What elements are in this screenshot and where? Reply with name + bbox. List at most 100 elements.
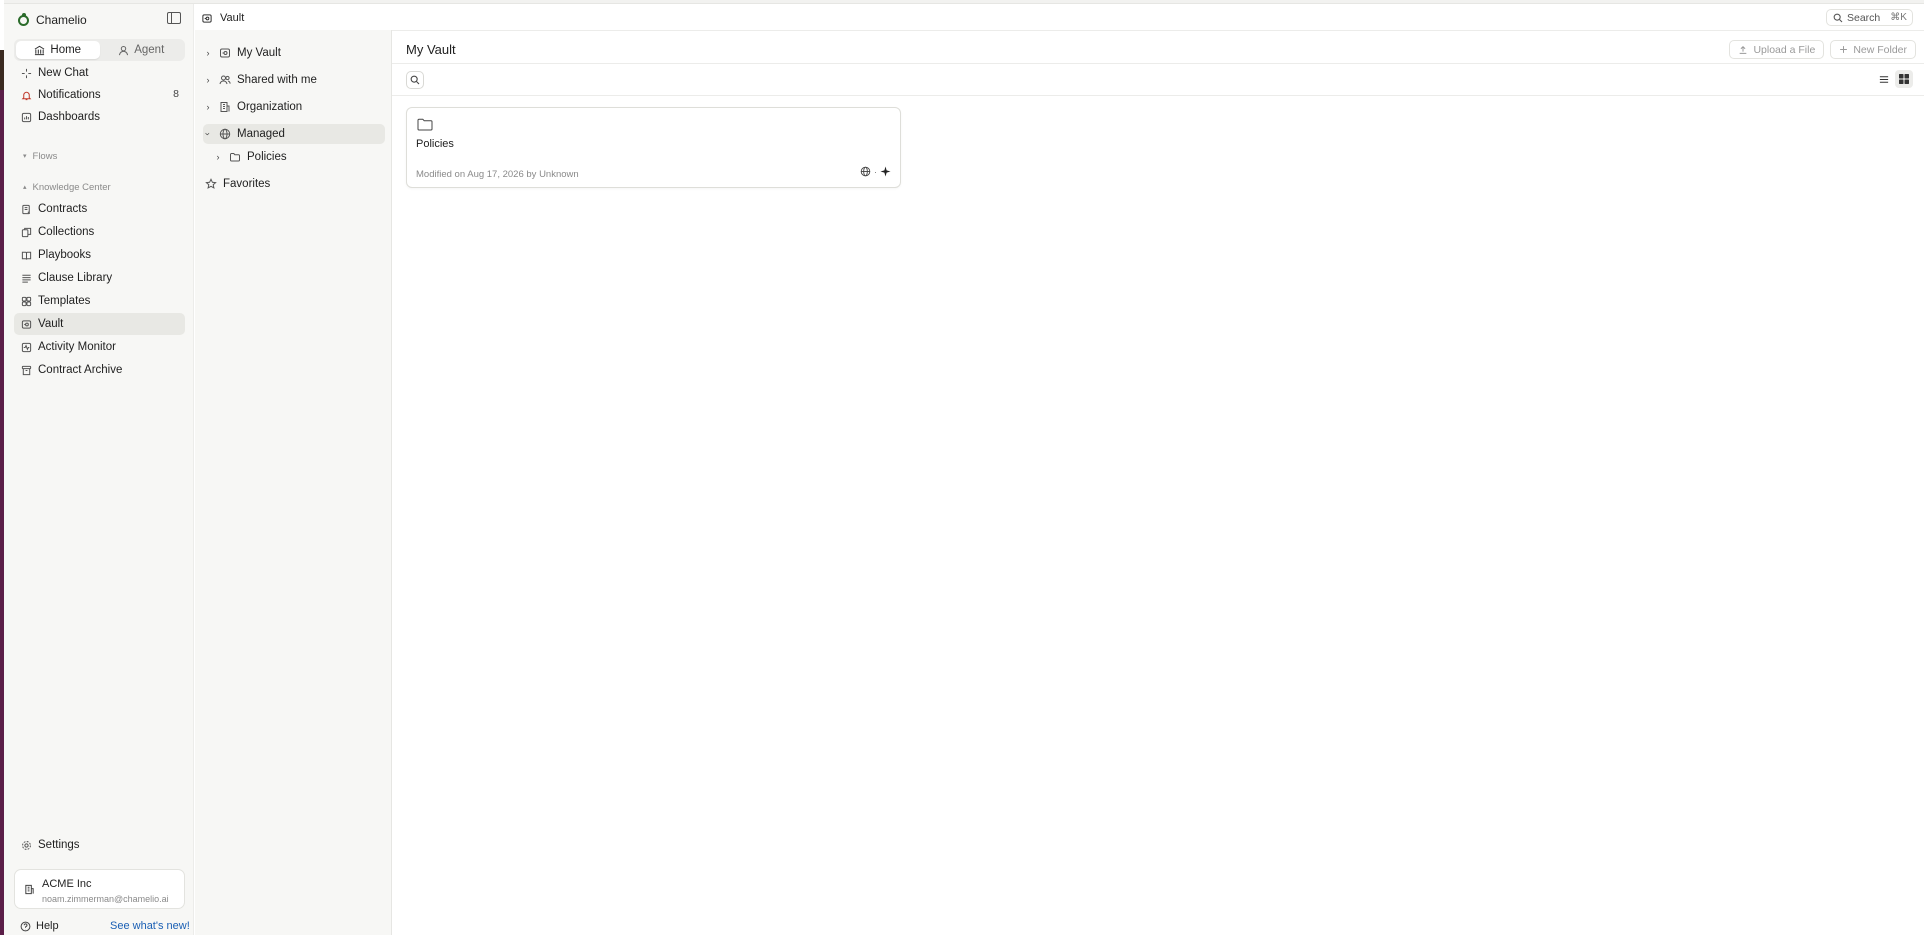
knowledge-center-toggle[interactable]: ▴ Knowledge Center xyxy=(14,178,185,196)
chevron-right-icon: › xyxy=(206,102,210,112)
nav-contract-archive[interactable]: Contract Archive xyxy=(14,359,185,381)
building-icon xyxy=(25,884,34,895)
nav-templates[interactable]: Templates xyxy=(14,290,185,312)
nav-dashboards-label: Dashboards xyxy=(38,111,101,123)
mode-agent-button[interactable]: Agent xyxy=(100,41,184,59)
whats-new-link[interactable]: See what's new! xyxy=(110,920,190,932)
grid-view-button[interactable] xyxy=(1895,70,1913,88)
nav-notifications[interactable]: Notifications 8 xyxy=(14,84,185,106)
users-icon xyxy=(219,74,231,86)
gear-icon xyxy=(21,840,32,851)
main-content: My Vault Upload a File New Folder Polici… xyxy=(392,31,1924,935)
nav-clause-library[interactable]: Clause Library xyxy=(14,267,185,289)
chevron-right-icon: › xyxy=(206,48,210,58)
nav-contract-archive-label: Contract Archive xyxy=(38,364,123,376)
nav-vault[interactable]: Vault xyxy=(14,313,185,335)
search-icon xyxy=(1833,13,1843,22)
folder-modified-info: Modified on Aug 17, 2026 by Unknown xyxy=(416,169,579,180)
agent-icon xyxy=(119,45,129,55)
nav-collections[interactable]: Collections xyxy=(14,221,185,243)
notifications-count-badge: 8 xyxy=(173,88,179,100)
caret-up-icon: ▴ xyxy=(23,184,27,191)
nav-collections-label: Collections xyxy=(38,226,95,238)
bottom-nav: Settings xyxy=(14,834,185,856)
tree-item-organization[interactable]: › Organization xyxy=(203,97,385,117)
nav-contracts[interactable]: Contracts xyxy=(14,198,185,220)
list-view-button[interactable] xyxy=(1875,70,1893,88)
nav-settings-label: Settings xyxy=(38,839,80,851)
global-search-label: Search xyxy=(1847,11,1881,24)
vault-search-button[interactable] xyxy=(406,71,424,89)
chevron-down-icon: › xyxy=(203,132,213,136)
help-label: Help xyxy=(36,920,59,932)
help-icon xyxy=(20,921,31,931)
nav-settings[interactable]: Settings xyxy=(14,834,185,856)
knowledge-center-section: ▴ Knowledge Center xyxy=(14,178,185,196)
grid-view-icon xyxy=(1899,74,1909,84)
nav-notifications-label: Notifications xyxy=(38,89,101,101)
title-divider xyxy=(392,63,1924,64)
search-shortcut: ⌘K xyxy=(1890,12,1907,23)
list-icon xyxy=(21,273,32,284)
sidebar-collapse-icon[interactable] xyxy=(167,12,181,24)
nav-new-chat-label: New Chat xyxy=(38,67,89,79)
nav-contracts-label: Contracts xyxy=(38,203,88,215)
brand-name: Chamelio xyxy=(36,13,87,27)
vault-icon xyxy=(202,13,212,23)
list-view-icon xyxy=(1879,75,1889,83)
page-title: My Vault xyxy=(406,42,456,57)
folder-sharing-indicators: · xyxy=(860,166,891,177)
app-window: Chamelio Home Agent New Chat Notificatio… xyxy=(0,0,1924,935)
globe-icon xyxy=(860,166,871,177)
primary-nav: New Chat Notifications 8 Dashboards xyxy=(14,62,185,128)
tree-item-my-vault[interactable]: › My Vault xyxy=(203,43,385,63)
nav-clause-library-label: Clause Library xyxy=(38,272,113,284)
organization-name: ACME Inc xyxy=(42,878,92,890)
nav-dashboards[interactable]: Dashboards xyxy=(14,106,185,128)
tree-item-my-vault-label: My Vault xyxy=(237,47,281,59)
tree-item-managed[interactable]: › Managed xyxy=(203,124,385,144)
caret-down-icon: ▾ xyxy=(23,153,27,160)
upload-file-button[interactable]: Upload a File xyxy=(1729,40,1825,59)
mode-switch: Home Agent xyxy=(14,39,185,61)
contracts-icon xyxy=(21,204,32,215)
help-link[interactable]: Help xyxy=(20,920,59,932)
nav-vault-label: Vault xyxy=(38,318,64,330)
vault-actions: Upload a File New Folder xyxy=(1729,40,1916,59)
tree-item-shared-with-me[interactable]: › Shared with me xyxy=(203,70,385,90)
nav-templates-label: Templates xyxy=(38,295,91,307)
tree-item-favorites-label: Favorites xyxy=(223,178,271,190)
bank-icon xyxy=(35,45,45,55)
tree-item-organization-label: Organization xyxy=(237,101,303,113)
brand[interactable]: Chamelio xyxy=(18,12,87,27)
mode-home-button[interactable]: Home xyxy=(16,41,100,59)
nav-new-chat[interactable]: New Chat xyxy=(14,62,185,84)
activity-icon xyxy=(21,342,32,353)
tree-item-policies[interactable]: › Policies xyxy=(213,147,385,167)
vault-tree: › My Vault › Shared with me › Organizati… xyxy=(195,30,392,935)
sparkle-icon xyxy=(21,68,32,79)
folder-card-policies[interactable]: Policies Modified on Aug 17, 2026 by Unk… xyxy=(406,107,901,188)
new-folder-label: New Folder xyxy=(1853,43,1907,56)
chamelio-logo-icon xyxy=(18,12,29,26)
chevron-right-icon: › xyxy=(216,152,220,162)
breadcrumb-vault[interactable]: Vault xyxy=(220,12,244,24)
new-folder-button[interactable]: New Folder xyxy=(1830,40,1916,59)
folder-icon xyxy=(417,118,433,131)
tree-item-policies-label: Policies xyxy=(247,151,287,163)
organization-card[interactable]: ACME Inc noam.zimmerman@chamelio.ai xyxy=(14,869,185,909)
breadcrumb: Vault xyxy=(201,12,244,24)
nav-playbooks[interactable]: Playbooks xyxy=(14,244,185,266)
sidebar: Chamelio Home Agent New Chat Notificatio… xyxy=(4,4,194,935)
view-toggle xyxy=(1875,70,1913,88)
flows-section-toggle[interactable]: ▾ Flows xyxy=(14,147,185,165)
flows-section-label: Flows xyxy=(32,150,58,162)
tree-item-favorites[interactable]: Favorites xyxy=(203,174,385,194)
global-search-button[interactable]: Search ⌘K xyxy=(1826,9,1913,26)
chevron-right-icon: › xyxy=(206,75,210,85)
toolbar-divider xyxy=(392,95,1924,96)
sparkle-icon xyxy=(880,166,891,177)
knowledge-center-label: Knowledge Center xyxy=(32,181,111,193)
nav-activity-monitor[interactable]: Activity Monitor xyxy=(14,336,185,358)
vault-icon xyxy=(219,47,231,59)
